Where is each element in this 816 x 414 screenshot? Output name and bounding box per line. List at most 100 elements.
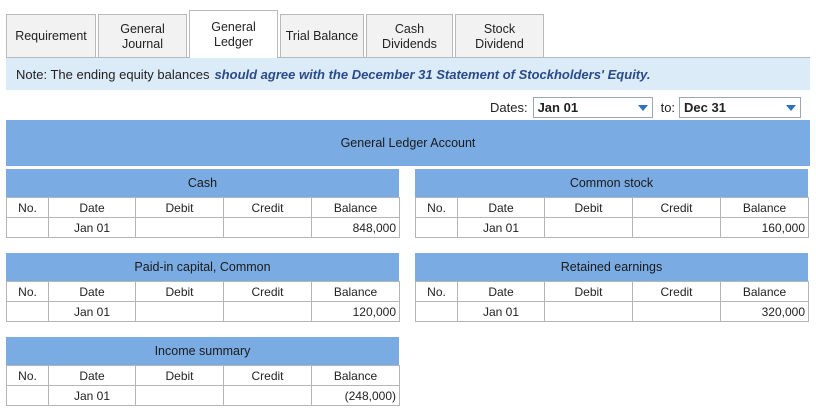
col-credit: Credit [632, 281, 721, 302]
cell-balance: 160,000 [720, 217, 809, 238]
tab-label: General Ledger [211, 19, 256, 49]
account-name: Common stock [569, 176, 654, 190]
ledger-table: No. Date Debit Credit Balance Jan 01 160… [415, 197, 809, 238]
table-row: Jan 01 120,000 [6, 301, 400, 322]
chevron-down-icon [786, 104, 797, 111]
col-credit: Credit [223, 365, 312, 386]
col-no: No. [6, 365, 49, 386]
col-date: Date [48, 197, 136, 218]
header-row: No. Date Debit Credit Balance [415, 281, 809, 302]
account-title: Income summary [6, 337, 399, 365]
table-row: Jan 01 848,000 [6, 217, 400, 238]
col-credit: Credit [632, 197, 721, 218]
ledger-title: General Ledger Account [6, 120, 810, 166]
header-row: No. Date Debit Credit Balance [6, 197, 400, 218]
tab-label: Requirement [15, 29, 87, 43]
col-date: Date [457, 281, 545, 302]
tab-label: Cash Dividends [382, 21, 437, 51]
cell-no [6, 217, 49, 238]
header-row: No. Date Debit Credit Balance [6, 281, 400, 302]
col-no: No. [6, 281, 49, 302]
table-row: Jan 01 320,000 [415, 301, 809, 322]
account-name: Cash [187, 176, 218, 190]
tab-label: Trial Balance [285, 29, 359, 43]
col-credit: Credit [223, 197, 312, 218]
account-title: Common stock [415, 169, 808, 197]
tab-label: General Journal [120, 21, 165, 51]
cell-credit[interactable] [223, 217, 312, 238]
cell-debit[interactable] [135, 385, 224, 406]
account-cash: Cash No. Date Debit Credit Balance Jan 0… [6, 169, 400, 238]
col-date: Date [48, 365, 136, 386]
account-name: Paid-in capital, Common [134, 260, 271, 274]
col-debit: Debit [544, 197, 633, 218]
cell-credit[interactable] [223, 301, 312, 322]
ledger-table: No. Date Debit Credit Balance Jan 01 320… [415, 281, 809, 322]
tab-general-ledger[interactable]: General Ledger [189, 10, 278, 58]
tab-bar: Requirement General Journal General Ledg… [6, 10, 546, 58]
cell-credit[interactable] [223, 385, 312, 406]
cell-credit[interactable] [632, 217, 721, 238]
account-title: Cash [6, 169, 399, 197]
col-date: Date [48, 281, 136, 302]
col-balance: Balance [311, 281, 400, 302]
account-paid-in-capital: Paid-in capital, Common No. Date Debit C… [6, 253, 400, 322]
date-from-select[interactable]: Jan 01 [532, 97, 653, 118]
cell-no [415, 217, 458, 238]
to-label: to: [660, 100, 676, 115]
col-balance: Balance [720, 281, 809, 302]
chevron-down-icon [637, 104, 648, 111]
account-retained-earnings: Retained earnings No. Date Debit Credit … [415, 253, 809, 322]
date-from-value: Jan 01 [537, 100, 579, 115]
col-balance: Balance [311, 365, 400, 386]
cell-balance: 848,000 [311, 217, 400, 238]
account-title: Retained earnings [415, 253, 808, 281]
tab-cash-dividends[interactable]: Cash Dividends [366, 14, 453, 58]
cell-balance: (248,000) [311, 385, 400, 406]
table-row: Jan 01 (248,000) [6, 385, 400, 406]
note-banner: Note: The ending equity balances should … [6, 58, 810, 90]
note-emphasis: should agree with the December 31 Statem… [214, 66, 651, 82]
tab-stock-dividend[interactable]: Stock Dividend [455, 14, 544, 58]
col-debit: Debit [135, 281, 224, 302]
tab-trial-balance[interactable]: Trial Balance [280, 14, 364, 58]
tab-label: Stock Dividend [475, 21, 524, 51]
date-range: Dates: Jan 01 to: Dec 31 [490, 97, 802, 118]
cell-no [6, 301, 49, 322]
cell-date: Jan 01 [457, 301, 545, 322]
account-name: Income summary [154, 344, 251, 358]
ledger-table: No. Date Debit Credit Balance Jan 01 (24… [6, 365, 400, 406]
cell-no [6, 385, 49, 406]
cell-debit[interactable] [135, 301, 224, 322]
cell-debit[interactable] [544, 301, 633, 322]
cell-balance: 320,000 [720, 301, 809, 322]
ledger-table: No. Date Debit Credit Balance Jan 01 848… [6, 197, 400, 238]
date-to-select[interactable]: Dec 31 [679, 97, 802, 118]
ledger-table: No. Date Debit Credit Balance Jan 01 120… [6, 281, 400, 322]
dates-label: Dates: [490, 100, 528, 115]
header-row: No. Date Debit Credit Balance [415, 197, 809, 218]
account-name: Retained earnings [560, 260, 663, 274]
cell-date: Jan 01 [48, 217, 136, 238]
cell-date: Jan 01 [48, 385, 136, 406]
cell-debit[interactable] [135, 217, 224, 238]
cell-date: Jan 01 [457, 217, 545, 238]
ledger-title-text: General Ledger Account [340, 136, 476, 150]
cell-date: Jan 01 [48, 301, 136, 322]
date-to-value: Dec 31 [684, 100, 726, 115]
col-no: No. [415, 197, 458, 218]
cell-balance: 120,000 [311, 301, 400, 322]
cell-debit[interactable] [544, 217, 633, 238]
col-credit: Credit [223, 281, 312, 302]
table-row: Jan 01 160,000 [415, 217, 809, 238]
col-balance: Balance [720, 197, 809, 218]
account-common-stock: Common stock No. Date Debit Credit Balan… [415, 169, 809, 238]
cell-no [415, 301, 458, 322]
col-date: Date [457, 197, 545, 218]
col-debit: Debit [135, 197, 224, 218]
cell-credit[interactable] [632, 301, 721, 322]
tab-requirement[interactable]: Requirement [6, 14, 96, 58]
col-no: No. [415, 281, 458, 302]
tab-general-journal[interactable]: General Journal [98, 14, 187, 58]
col-debit: Debit [135, 365, 224, 386]
